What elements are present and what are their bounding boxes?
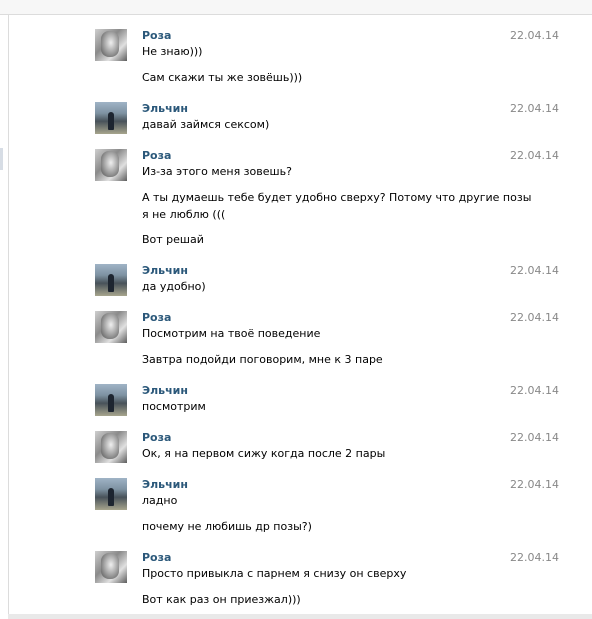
message-author[interactable]: Роза: [142, 431, 171, 444]
message-date: 22.04.14: [510, 551, 559, 564]
message-date: 22.04.14: [510, 478, 559, 491]
user-avatar[interactable]: [95, 384, 127, 416]
message-author[interactable]: Роза: [142, 551, 171, 564]
message-author[interactable]: Роза: [142, 29, 171, 42]
message-text: А ты думаешь тебе будет удобно сверху? П…: [142, 191, 532, 204]
message-date: 22.04.14: [510, 311, 559, 324]
message-text: давай займся сексом): [142, 118, 270, 131]
user-avatar[interactable]: [95, 149, 127, 181]
message-text: Вот как раз он приезжал))): [142, 593, 301, 606]
message-date: 22.04.14: [510, 264, 559, 277]
bottom-bar: [8, 614, 592, 619]
message-text: Просто привыкла с парнем я снизу он свер…: [142, 567, 407, 580]
user-avatar[interactable]: [95, 551, 127, 583]
message-text: я не люблю (((: [142, 208, 226, 221]
message-date: 22.04.14: [510, 431, 559, 444]
message-date: 22.04.14: [510, 384, 559, 397]
user-avatar[interactable]: [95, 431, 127, 463]
message-date: 22.04.14: [510, 149, 559, 162]
user-avatar[interactable]: [95, 478, 127, 510]
user-avatar[interactable]: [95, 102, 127, 134]
message-text: ладно: [142, 494, 178, 507]
message-date: 22.04.14: [510, 102, 559, 115]
message-text: Завтра подойди поговорим, мне к 3 паре: [142, 353, 383, 366]
message-author[interactable]: Эльчин: [142, 384, 188, 397]
user-avatar[interactable]: [95, 29, 127, 61]
message-text: Сам скажи ты же зовёшь))): [142, 71, 303, 84]
message-text: Вот решай: [142, 233, 204, 246]
user-avatar[interactable]: [95, 264, 127, 296]
message-text: Ок, я на первом сижу когда после 2 пары: [142, 447, 386, 460]
message-author[interactable]: Эльчин: [142, 478, 188, 491]
message-author[interactable]: Эльчин: [142, 102, 188, 115]
message-text: посмотрим: [142, 400, 206, 413]
message-text: Посмотрим на твоё поведение: [142, 327, 321, 340]
sidebar-edge: [0, 148, 3, 170]
message-text: Не знаю))): [142, 45, 203, 58]
message-text: Из-за этого меня зовешь?: [142, 165, 292, 178]
message-author[interactable]: Роза: [142, 311, 171, 324]
left-border: [8, 14, 9, 619]
top-bar: [0, 0, 592, 15]
message-date: 22.04.14: [510, 29, 559, 42]
message-text: да удобно): [142, 280, 206, 293]
user-avatar[interactable]: [95, 311, 127, 343]
message-text: почему не любишь др позы?): [142, 520, 312, 533]
message-author[interactable]: Роза: [142, 149, 171, 162]
message-author[interactable]: Эльчин: [142, 264, 188, 277]
